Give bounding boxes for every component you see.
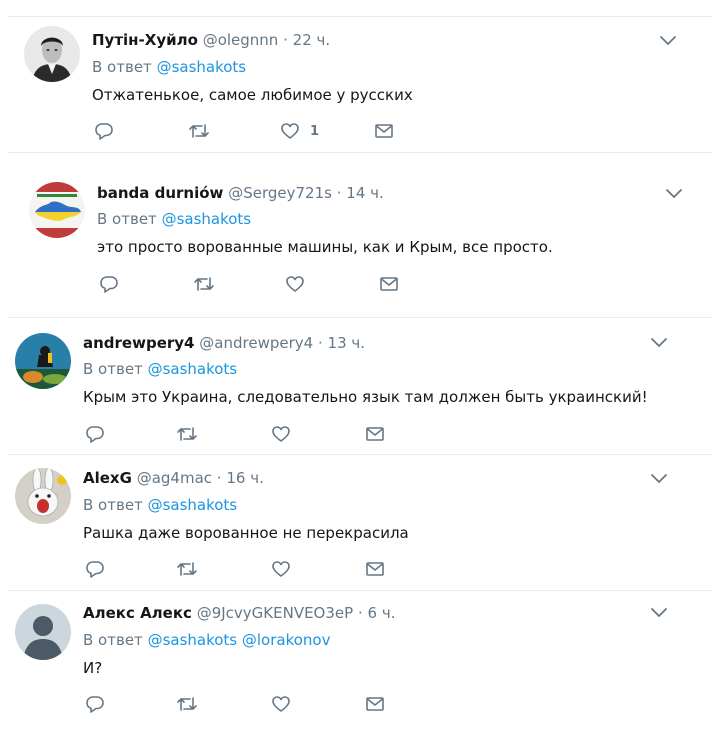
timestamp[interactable]: 13 ч.: [328, 334, 366, 352]
mention-link[interactable]: @sashakots: [148, 631, 238, 649]
reply-button[interactable]: [85, 557, 105, 581]
chevron-down-icon[interactable]: [664, 184, 684, 204]
display-name[interactable]: Путін-Хуйло: [92, 31, 198, 49]
retweet-icon: [177, 427, 197, 441]
retweet-icon: [177, 697, 197, 711]
avatar[interactable]: [15, 604, 71, 660]
avatar[interactable]: [15, 333, 71, 389]
timestamp[interactable]: 22 ч.: [293, 31, 331, 49]
retweet-icon: [189, 124, 209, 138]
chevron-down-icon[interactable]: [649, 603, 669, 623]
like-button[interactable]: 1: [280, 119, 319, 143]
separator-dot: ·: [357, 604, 363, 622]
direct-message-button[interactable]: [365, 422, 385, 446]
tweet-actions: [83, 422, 403, 446]
username[interactable]: @andrewpery4: [199, 334, 313, 352]
display-name[interactable]: banda durniów: [97, 184, 223, 202]
separator-dot: ·: [283, 31, 288, 49]
reply-label: В ответ: [92, 58, 152, 76]
retweet-button[interactable]: [188, 119, 210, 143]
like-button[interactable]: [271, 422, 291, 446]
tweet-text: Рашка даже ворованное не перекрасила: [83, 524, 409, 542]
tweet-text: Отжатенькое, самое любимое у русских: [92, 86, 413, 104]
chevron-down-icon[interactable]: [649, 333, 669, 353]
reply-icon: [100, 276, 118, 293]
reply-icon: [86, 696, 104, 713]
reply-button[interactable]: [94, 119, 114, 143]
direct-message-icon: [380, 277, 398, 291]
separator-dot: ·: [336, 184, 342, 202]
mention-link[interactable]: @lorakonov: [242, 631, 331, 649]
reply-button[interactable]: [85, 692, 105, 716]
reply-label: В ответ: [83, 496, 143, 514]
avatar[interactable]: [15, 468, 71, 524]
like-icon: [286, 276, 304, 292]
avatar[interactable]: [24, 26, 80, 82]
chevron-down-icon[interactable]: [658, 31, 678, 51]
mention-link[interactable]: @sashakots: [157, 58, 247, 76]
username[interactable]: @9JcvyGKENVEO3eP: [197, 604, 354, 622]
tweet[interactable]: andrewpery4 @andrewpery4 · 13 ч. В ответ…: [0, 318, 716, 454]
mention-link[interactable]: @sashakots: [162, 210, 252, 228]
separator-dot: ·: [317, 334, 323, 352]
chevron-down-icon[interactable]: [649, 469, 669, 489]
mention-link[interactable]: @sashakots: [148, 496, 238, 514]
reply-icon: [86, 561, 104, 578]
display-name[interactable]: andrewpery4: [83, 334, 195, 352]
avatar[interactable]: [29, 182, 85, 238]
reply-label: В ответ: [83, 631, 143, 649]
reply-label: В ответ: [83, 360, 143, 378]
retweet-button[interactable]: [176, 692, 198, 716]
direct-message-button[interactable]: [365, 557, 385, 581]
direct-message-button[interactable]: [374, 119, 394, 143]
separator-dot: ·: [216, 469, 222, 487]
direct-message-icon: [375, 124, 393, 138]
direct-message-button[interactable]: [379, 272, 399, 296]
tweet[interactable]: banda durniów @Sergey721s · 14 ч. В отве…: [0, 153, 716, 317]
like-button[interactable]: [271, 557, 291, 581]
like-icon: [272, 696, 290, 712]
tweet[interactable]: Алекс Алекс @9JcvyGKENVEO3eP · 6 ч. В от…: [0, 591, 716, 744]
like-icon: [281, 123, 299, 139]
tweet-actions: [83, 557, 403, 581]
timestamp[interactable]: 6 ч.: [368, 604, 396, 622]
like-button[interactable]: [285, 272, 305, 296]
display-name[interactable]: AlexG: [83, 469, 132, 487]
username[interactable]: @Sergey721s: [228, 184, 332, 202]
timestamp[interactable]: 16 ч.: [226, 469, 264, 487]
username[interactable]: @ag4mac: [137, 469, 212, 487]
tweet-text: это просто ворованные машины, как и Крым…: [97, 238, 553, 256]
direct-message-icon: [366, 427, 384, 441]
reply-label: В ответ: [97, 210, 157, 228]
retweet-button[interactable]: [193, 272, 215, 296]
mention-link[interactable]: @sashakots: [148, 360, 238, 378]
reply-icon: [95, 123, 113, 140]
username[interactable]: @olegnnn: [203, 31, 279, 49]
tweet-actions: [97, 272, 417, 296]
reply-icon: [86, 426, 104, 443]
reply-button[interactable]: [99, 272, 119, 296]
like-icon: [272, 426, 290, 442]
reply-button[interactable]: [85, 422, 105, 446]
timestamp[interactable]: 14 ч.: [346, 184, 384, 202]
direct-message-icon: [366, 562, 384, 576]
tweet-text: И?: [83, 659, 103, 677]
retweet-button[interactable]: [176, 557, 198, 581]
tweet[interactable]: Путін-Хуйло @olegnnn · 22 ч. В ответ @sa…: [0, 17, 716, 152]
retweet-icon: [177, 562, 197, 576]
like-button[interactable]: [271, 692, 291, 716]
direct-message-icon: [366, 697, 384, 711]
like-icon: [272, 561, 290, 577]
tweet-actions: 1: [92, 119, 412, 143]
tweet-actions: [83, 692, 403, 716]
retweet-icon: [194, 277, 214, 291]
tweet-text: Крым это Украина, следовательно язык там…: [83, 388, 648, 406]
display-name[interactable]: Алекс Алекс: [83, 604, 192, 622]
like-count[interactable]: 1: [310, 124, 319, 139]
tweet[interactable]: AlexG @ag4mac · 16 ч. В ответ @sashakots…: [0, 455, 716, 590]
retweet-button[interactable]: [176, 422, 198, 446]
direct-message-button[interactable]: [365, 692, 385, 716]
